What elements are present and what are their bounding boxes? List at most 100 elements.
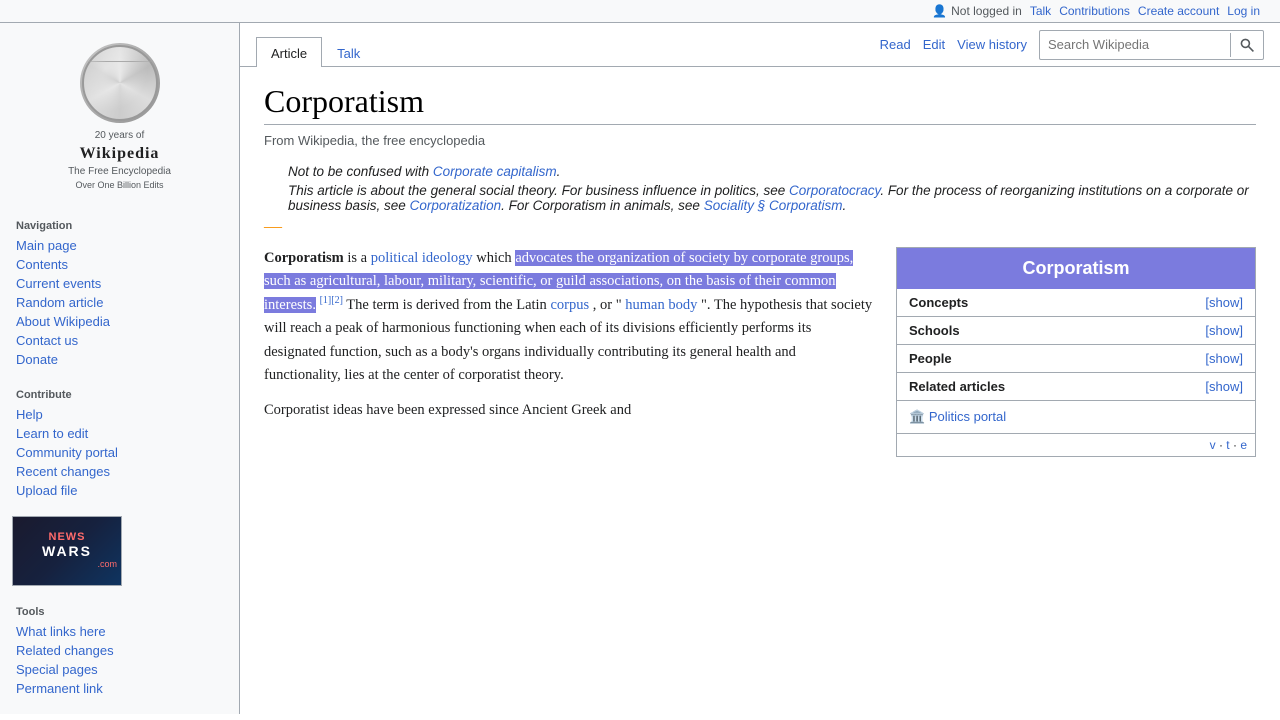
human-body-link[interactable]: human body — [625, 297, 697, 313]
infobox-portal: 🏛️ Politics portal — [897, 401, 1255, 434]
wikipedia-logo — [80, 43, 160, 123]
infobox-show-related[interactable]: [show] — [1205, 379, 1243, 394]
corporate-capitalism-link[interactable]: Corporate capitalism — [433, 164, 557, 179]
infobox-label-people: People — [909, 351, 952, 366]
which-text: which — [476, 250, 515, 266]
infobox: Corporatism Concepts [show] Schools [sho… — [896, 247, 1256, 457]
infobox-label-schools: Schools — [909, 323, 960, 338]
corporatocracy-link[interactable]: Corporatocracy — [789, 183, 880, 198]
search-input[interactable] — [1040, 33, 1230, 56]
navigation-section: Navigation Main page Contents Current ev… — [0, 208, 239, 377]
sidebar-item-permanent-link[interactable]: Permanent link — [0, 679, 239, 698]
infobox-row-schools: Schools [show] — [897, 317, 1255, 345]
sidebar-item-recent-changes[interactable]: Recent changes — [0, 462, 239, 481]
sidebar-item-current-events[interactable]: Current events — [0, 274, 239, 293]
infobox-row-people: People [show] — [897, 345, 1255, 373]
tabs-left: Article Talk — [256, 23, 375, 66]
logo-text: 20 years of Wikipedia The Free Encyclope… — [68, 129, 171, 192]
tab-edit[interactable]: Edit — [923, 37, 945, 52]
tab-view-history[interactable]: View history — [957, 37, 1027, 52]
vte-v-link[interactable]: v — [1210, 438, 1216, 452]
log-in-link[interactable]: Log in — [1227, 4, 1260, 18]
tools-com-text: .com — [97, 559, 121, 569]
infobox-show-schools[interactable]: [show] — [1205, 323, 1243, 338]
logo-subtitle: The Free Encyclopedia — [68, 165, 171, 179]
article-body: Corporatism is a political ideology whic… — [264, 247, 1256, 457]
or-text: , or " — [593, 297, 622, 313]
section-divider: — — [264, 217, 1256, 235]
intro-paragraph: Corporatism is a political ideology whic… — [264, 247, 876, 387]
portal-icon: 🏛️ — [909, 409, 925, 424]
contribute-section: Contribute Help Learn to edit Community … — [0, 377, 239, 508]
sidebar-item-contact-us[interactable]: Contact us — [0, 331, 239, 350]
para-2-text: Corporatist ideas have been expressed si… — [264, 402, 631, 418]
term-derived-text: The term is derived from the Latin — [346, 297, 550, 313]
tab-article[interactable]: Article — [256, 37, 322, 67]
sidebar-item-special-pages[interactable]: Special pages — [0, 660, 239, 679]
from-line: From Wikipedia, the free encyclopedia — [264, 133, 1256, 148]
not-logged-in-text: Not logged in — [951, 4, 1022, 18]
politics-portal-link[interactable]: Politics portal — [929, 409, 1006, 424]
hatnote-1: Not to be confused with Corporate capita… — [264, 164, 1256, 179]
logo-billion: Over One Billion Edits — [68, 179, 171, 192]
infobox-show-people[interactable]: [show] — [1205, 351, 1243, 366]
top-bar: 👤 Not logged in Talk Contributions Creat… — [0, 0, 1280, 23]
vte-t-link[interactable]: t — [1226, 438, 1229, 452]
sidebar-item-community-portal[interactable]: Community portal — [0, 443, 239, 462]
sidebar-item-help[interactable]: Help — [0, 405, 239, 424]
tools-news-text: NEWS — [49, 532, 86, 543]
search-box — [1039, 30, 1264, 60]
tools-title: Tools — [0, 602, 239, 622]
infobox-row-related: Related articles [show] — [897, 373, 1255, 401]
sidebar-item-related-changes[interactable]: Related changes — [0, 641, 239, 660]
tools-ad-box: NEWS WARS .com — [12, 516, 122, 586]
political-ideology-link[interactable]: political ideology — [371, 250, 473, 266]
not-logged-in-icon: 👤 — [932, 4, 947, 18]
tab-talk[interactable]: Talk — [322, 37, 375, 67]
article-tabs: Article Talk Read Edit View history — [240, 23, 1280, 67]
sidebar-item-contents[interactable]: Contents — [0, 255, 239, 274]
infobox-vte: v · t · e — [897, 434, 1255, 456]
talk-link[interactable]: Talk — [1030, 4, 1051, 18]
tools-wars-text: WARS — [42, 543, 92, 559]
corporatism-bold: Corporatism — [264, 250, 344, 266]
ref-1: [1][2] — [320, 295, 343, 306]
para-2: Corporatist ideas have been expressed si… — [264, 399, 876, 422]
logo-years: 20 years of — [68, 129, 171, 143]
sidebar-item-donate[interactable]: Donate — [0, 350, 239, 369]
sidebar-item-about-wikipedia[interactable]: About Wikipedia — [0, 312, 239, 331]
infobox-row-concepts: Concepts [show] — [897, 289, 1255, 317]
sidebar-item-main-page[interactable]: Main page — [0, 236, 239, 255]
sidebar-item-upload-file[interactable]: Upload file — [0, 481, 239, 500]
create-account-link[interactable]: Create account — [1138, 4, 1219, 18]
contribute-title: Contribute — [0, 385, 239, 405]
tab-read[interactable]: Read — [880, 37, 911, 52]
sidebar: 20 years of Wikipedia The Free Encyclope… — [0, 23, 240, 714]
hatnote-2: This article is about the general social… — [264, 183, 1256, 213]
ref-1-link[interactable]: [1] — [320, 295, 332, 306]
logo-title: Wikipedia — [68, 143, 171, 165]
is-a-text: is a — [347, 250, 370, 266]
vte-e-link[interactable]: e — [1240, 438, 1247, 452]
corpus-link[interactable]: corpus — [550, 297, 589, 313]
navigation-title: Navigation — [0, 216, 239, 236]
infobox-show-concepts[interactable]: [show] — [1205, 295, 1243, 310]
tools-section: Tools What links here Related changes Sp… — [0, 594, 239, 706]
ref-2-link[interactable]: [2] — [331, 295, 343, 306]
article: Corporatism From Wikipedia, the free enc… — [240, 67, 1280, 473]
article-text: Corporatism is a political ideology whic… — [264, 247, 876, 457]
logo-area: 20 years of Wikipedia The Free Encyclope… — [0, 31, 239, 208]
sidebar-item-random-article[interactable]: Random article — [0, 293, 239, 312]
article-title: Corporatism — [264, 83, 1256, 125]
content-area: Article Talk Read Edit View history — [240, 23, 1280, 714]
contributions-link[interactable]: Contributions — [1059, 4, 1130, 18]
infobox-title: Corporatism — [897, 248, 1255, 289]
infobox-label-concepts: Concepts — [909, 295, 968, 310]
search-button[interactable] — [1230, 33, 1263, 57]
tabs-right: Read Edit View history — [880, 23, 1264, 66]
sidebar-item-what-links-here[interactable]: What links here — [0, 622, 239, 641]
sociality-link[interactable]: Sociality § Corporatism — [704, 198, 843, 213]
infobox-label-related: Related articles — [909, 379, 1005, 394]
corporatization-link[interactable]: Corporatization — [410, 198, 502, 213]
sidebar-item-learn-to-edit[interactable]: Learn to edit — [0, 424, 239, 443]
